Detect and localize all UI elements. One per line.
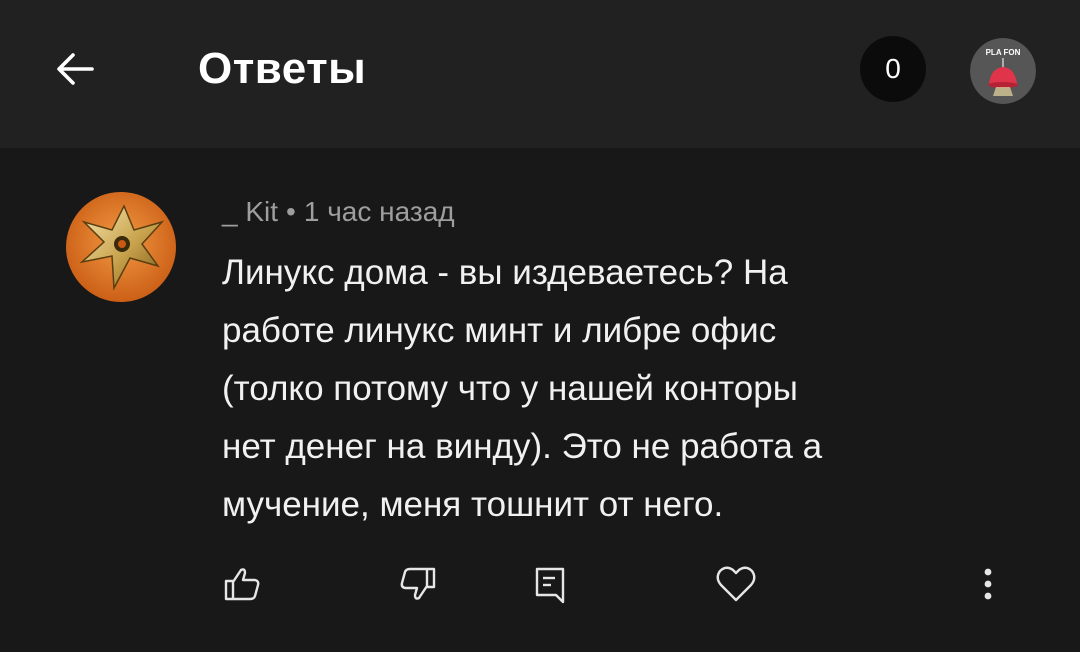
comment-author-name[interactable]: _ Kit <box>222 196 278 227</box>
like-button[interactable] <box>214 556 270 612</box>
channel-logo-icon: PLA FON <box>970 38 1036 104</box>
more-vertical-icon <box>984 568 992 600</box>
page-title: Ответы <box>198 44 367 93</box>
meta-separator: • <box>286 196 296 227</box>
thumb-up-icon <box>224 568 260 601</box>
top-app-bar: Ответы 0 PLA FON <box>0 0 1080 148</box>
reply-icon <box>535 567 565 604</box>
reply-button[interactable] <box>522 556 578 612</box>
shuriken-avatar-image <box>66 192 176 302</box>
heart-icon <box>716 566 756 602</box>
back-button[interactable] <box>48 42 102 96</box>
dislike-button[interactable] <box>390 556 446 612</box>
heart-button[interactable] <box>708 556 764 612</box>
comment-text: Линукс дома - вы издеваетесь? На работе … <box>222 253 823 524</box>
channel-avatar[interactable]: PLA FON <box>970 38 1036 104</box>
thumb-down-icon <box>400 567 436 600</box>
comment-meta: _ Kit • 1 час назад <box>222 196 455 228</box>
more-options-button[interactable] <box>960 556 1016 612</box>
arrow-left-icon <box>57 53 94 85</box>
comment-author-avatar[interactable] <box>66 192 176 302</box>
comment-timestamp: 1 час назад <box>303 196 455 227</box>
channel-logo-text: PLA FON <box>986 48 1021 57</box>
notification-count-badge[interactable]: 0 <box>860 36 926 102</box>
